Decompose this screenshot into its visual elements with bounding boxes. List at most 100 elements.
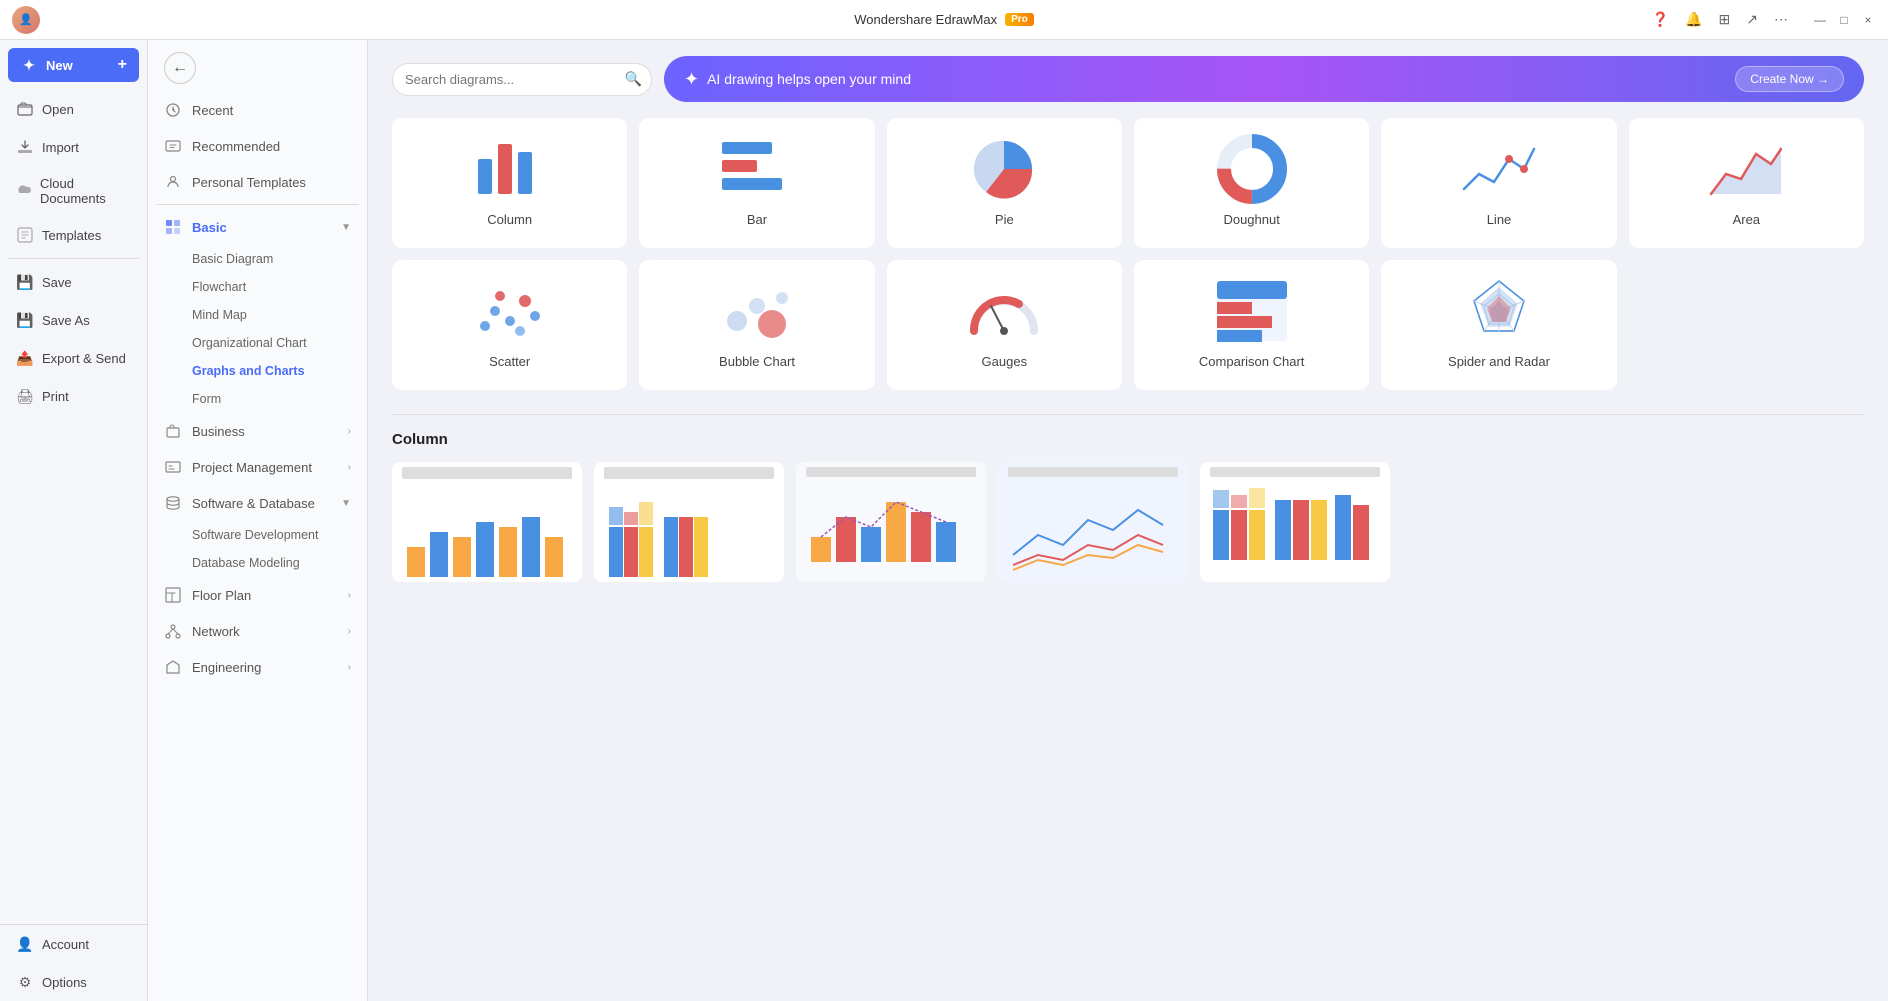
pie-chart-icon xyxy=(964,134,1044,204)
template-card-4[interactable] xyxy=(998,462,1188,582)
sidebar-item-account[interactable]: 👤 Account xyxy=(0,925,147,963)
cat-recent-label: Recent xyxy=(192,103,233,118)
ai-banner[interactable]: ✦ AI drawing helps open your mind Create… xyxy=(664,56,1864,102)
chart-card-comparison[interactable]: Comparison Chart xyxy=(1134,260,1369,390)
title-bar: 👤 Wondershare EdrawMax Pro ❓ 🔔 ⊞ ↗ ⋯ — □… xyxy=(0,0,1888,40)
cat-sub-sw-dev[interactable]: Software Development xyxy=(148,521,367,549)
chart-card-line[interactable]: Line xyxy=(1381,118,1616,248)
sidebar-new-label: New xyxy=(46,58,73,73)
share-icon[interactable]: ↗ xyxy=(1746,11,1758,28)
back-button[interactable]: ← xyxy=(164,52,196,84)
sidebar-item-cloud[interactable]: Cloud Documents xyxy=(0,166,147,216)
open-label: Open xyxy=(42,102,74,117)
search-icon[interactable]: 🔍 xyxy=(625,71,642,88)
cat-sub-mind-map[interactable]: Mind Map xyxy=(148,301,367,329)
sidebar-item-saveas[interactable]: 💾 Save As xyxy=(0,301,147,339)
chart-card-pie[interactable]: Pie xyxy=(887,118,1122,248)
sidebar-item-save[interactable]: 💾 Save xyxy=(0,263,147,301)
scatter-chart-label: Scatter xyxy=(489,354,530,369)
chart-card-column[interactable]: Column xyxy=(392,118,627,248)
maximize-button[interactable]: □ xyxy=(1836,12,1852,28)
close-button[interactable]: × xyxy=(1860,12,1876,28)
cat-divider xyxy=(156,204,359,205)
template-card-5[interactable] xyxy=(1200,462,1390,582)
recommended-icon xyxy=(164,137,182,155)
cat-item-software-db[interactable]: Software & Database ▼ xyxy=(148,485,367,521)
cat-basic-label: Basic xyxy=(192,220,227,235)
export-label: Export & Send xyxy=(42,351,126,366)
cat-recommended-label: Recommended xyxy=(192,139,280,154)
help-icon[interactable]: ❓ xyxy=(1652,11,1669,28)
options-icon: ⚙ xyxy=(16,973,34,991)
pie-chart-label: Pie xyxy=(995,212,1014,227)
basic-arrow: ▼ xyxy=(341,222,351,233)
column-section-title: Column xyxy=(392,431,1864,448)
chart-card-spider[interactable]: Spider and Radar xyxy=(1381,260,1616,390)
comparison-chart-icon xyxy=(1212,276,1292,346)
notification-icon[interactable]: 🔔 xyxy=(1685,11,1702,28)
cat-item-engineering[interactable]: Engineering › xyxy=(148,649,367,685)
divider-1 xyxy=(8,258,139,259)
cat-item-recent[interactable]: Recent xyxy=(148,92,367,128)
more-icon[interactable]: ⋯ xyxy=(1774,11,1788,28)
eng-arrow: › xyxy=(348,662,351,673)
engineering-icon xyxy=(164,658,182,676)
cat-sub-graphs-charts[interactable]: Graphs and Charts xyxy=(148,357,367,385)
fp-arrow: › xyxy=(348,590,351,601)
minimize-button[interactable]: — xyxy=(1812,12,1828,28)
search-input[interactable] xyxy=(392,63,652,96)
cat-item-personal[interactable]: Personal Templates xyxy=(148,164,367,200)
grid-icon[interactable]: ⊞ xyxy=(1719,11,1731,28)
search-input-wrap: 🔍 xyxy=(392,63,652,96)
cat-sub-db-modeling[interactable]: Database Modeling xyxy=(148,549,367,577)
doughnut-chart-icon xyxy=(1212,134,1292,204)
recent-icon xyxy=(164,101,182,119)
cat-personal-label: Personal Templates xyxy=(192,175,306,190)
title-bar-left: 👤 xyxy=(12,6,40,34)
left-sidebar: ✦ New + Open Import Cloud Documents xyxy=(0,40,148,1001)
sidebar-item-import[interactable]: Import xyxy=(0,128,147,166)
cat-item-basic[interactable]: Basic ▼ xyxy=(148,209,367,245)
sidebar-item-open[interactable]: Open xyxy=(0,90,147,128)
charts-grid: Column Bar xyxy=(392,118,1864,390)
gauges-chart-icon xyxy=(964,276,1044,346)
pro-badge: Pro xyxy=(1005,13,1034,26)
options-label: Options xyxy=(42,975,87,990)
export-icon: 📤 xyxy=(16,349,34,367)
template-card-1[interactable] xyxy=(392,462,582,582)
line-chart-label: Line xyxy=(1487,212,1512,227)
section-divider xyxy=(392,414,1864,415)
bar-chart-label: Bar xyxy=(747,212,767,227)
chart-card-bar[interactable]: Bar xyxy=(639,118,874,248)
sidebar-item-print[interactable]: 🖨 Print xyxy=(0,377,147,415)
cat-item-floor-plan[interactable]: Floor Plan › xyxy=(148,577,367,613)
template-card-3[interactable] xyxy=(796,462,986,582)
chart-card-doughnut[interactable]: Doughnut xyxy=(1134,118,1369,248)
ai-banner-text: AI drawing helps open your mind xyxy=(707,71,911,87)
saveas-icon: 💾 xyxy=(16,311,34,329)
cat-sub-org-chart[interactable]: Organizational Chart xyxy=(148,329,367,357)
sidebar-item-templates[interactable]: Templates xyxy=(0,216,147,254)
cat-item-business[interactable]: Business › xyxy=(148,413,367,449)
chart-card-bubble[interactable]: Bubble Chart xyxy=(639,260,874,390)
chart-card-scatter[interactable]: Scatter xyxy=(392,260,627,390)
title-bar-controls: — □ × xyxy=(1812,12,1876,28)
pm-arrow: › xyxy=(348,462,351,473)
chart-card-area[interactable]: Area xyxy=(1629,118,1864,248)
avatar[interactable]: 👤 xyxy=(12,6,40,34)
sidebar-item-options[interactable]: ⚙ Options xyxy=(0,963,147,1001)
import-icon xyxy=(16,138,34,156)
cat-item-recommended[interactable]: Recommended xyxy=(148,128,367,164)
template-card-2[interactable] xyxy=(594,462,784,582)
cat-sub-basic-diagram[interactable]: Basic Diagram xyxy=(148,245,367,273)
cat-item-project-mgmt[interactable]: Project Management › xyxy=(148,449,367,485)
cat-sub-form[interactable]: Form xyxy=(148,385,367,413)
cat-sub-flowchart[interactable]: Flowchart xyxy=(148,273,367,301)
sidebar-item-new[interactable]: ✦ New + xyxy=(8,48,139,82)
cat-item-network[interactable]: Network › xyxy=(148,613,367,649)
cat-project-mgmt-label: Project Management xyxy=(192,460,312,475)
sidebar-item-export[interactable]: 📤 Export & Send xyxy=(0,339,147,377)
spider-chart-icon xyxy=(1459,276,1539,346)
create-now-button[interactable]: Create Now → xyxy=(1735,66,1844,92)
chart-card-gauges[interactable]: Gauges xyxy=(887,260,1122,390)
